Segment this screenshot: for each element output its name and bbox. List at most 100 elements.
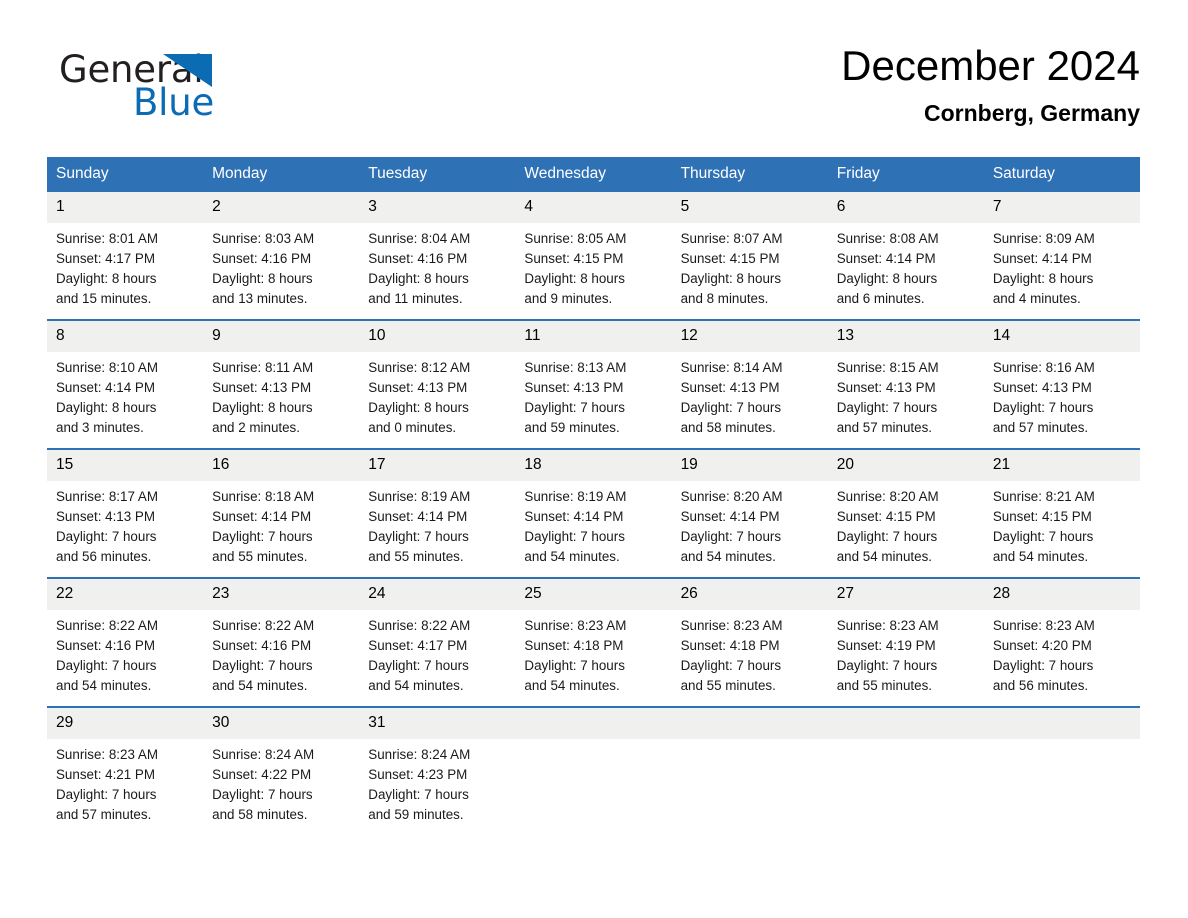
day-number: 25: [515, 579, 672, 610]
sunset-text: Sunset: 4:13 PM: [212, 380, 312, 395]
day-details: Sunrise: 8:19 AM Sunset: 4:14 PM Daylight:…: [515, 481, 671, 577]
sunset-text: Sunset: 4:16 PM: [368, 251, 468, 266]
day-cell[interactable]: 17 Sunrise: 8:19 AM Sunset: 4:14 PM Dayligh…: [359, 448, 516, 578]
daylight-text-line1: Daylight: 7 hours: [836, 400, 938, 415]
day-cell[interactable]: 3 Sunrise: 8:04 AM Sunset: 4:16 PM Daylight…: [359, 192, 516, 320]
day-cell[interactable]: 1 Sunrise: 8:01 AM Sunset: 4:17 PM Daylight…: [47, 192, 204, 320]
day-details: Sunrise: 8:18 AM Sunset: 4:14 PM Daylight:…: [203, 481, 359, 577]
daylight-text-line2: and 54 minutes.: [212, 678, 308, 693]
day-number: 9: [203, 321, 360, 352]
day-number: 21: [983, 450, 1140, 481]
daylight-text-line2: and 58 minutes.: [212, 807, 308, 822]
daylight-text-line1: Daylight: 7 hours: [212, 658, 313, 673]
day-number: 29: [47, 708, 204, 739]
day-cell[interactable]: 5 Sunrise: 8:07 AM Sunset: 4:15 PM Daylight…: [671, 192, 828, 320]
day-cell[interactable]: 27 Sunrise: 8:23 AM Sunset: 4:19 PM Dayligh…: [827, 577, 984, 707]
sunset-text: Sunset: 4:23 PM: [368, 767, 468, 782]
day-details: [828, 739, 984, 755]
day-cell[interactable]: 14 Sunrise: 8:16 AM Sunset: 4:13 PM Dayligh…: [983, 319, 1140, 449]
sunset-text: Sunset: 4:14 PM: [680, 509, 780, 524]
sunset-text: Sunset: 4:17 PM: [56, 251, 155, 266]
daylight-text-line2: and 0 minutes.: [368, 420, 457, 435]
day-details: Sunrise: 8:15 AM Sunset: 4:13 PM Daylight:…: [828, 352, 984, 448]
daylight-text-line2: and 9 minutes.: [524, 291, 613, 306]
sunset-text: Sunset: 4:15 PM: [836, 509, 936, 524]
day-number: 15: [47, 450, 204, 481]
weekday-header-tuesday: Tuesday: [359, 157, 516, 192]
generalblue-logo[interactable]: General Blue: [59, 48, 319, 128]
week-row: 29 Sunrise: 8:23 AM Sunset: 4:21 PM Dayligh…: [47, 706, 1140, 835]
daylight-text-line1: Daylight: 8 hours: [836, 271, 938, 286]
day-cell[interactable]: 31 Sunrise: 8:24 AM Sunset: 4:23 PM Dayligh…: [359, 706, 516, 835]
sunrise-text: Sunrise: 8:20 AM: [836, 489, 939, 504]
day-cell[interactable]: 13 Sunrise: 8:15 AM Sunset: 4:13 PM Dayligh…: [827, 319, 984, 449]
sunset-text: Sunset: 4:16 PM: [212, 638, 312, 653]
day-details: Sunrise: 8:17 AM Sunset: 4:13 PM Daylight:…: [47, 481, 203, 577]
day-number: 7: [983, 192, 1140, 223]
day-cell[interactable]: 11 Sunrise: 8:13 AM Sunset: 4:13 PM Dayligh…: [515, 319, 672, 449]
daylight-text-line2: and 54 minutes.: [680, 549, 776, 564]
day-cell[interactable]: 9 Sunrise: 8:11 AM Sunset: 4:13 PM Daylight…: [203, 319, 360, 449]
sunset-text: Sunset: 4:21 PM: [56, 767, 155, 782]
sunset-text: Sunset: 4:14 PM: [992, 251, 1092, 266]
daylight-text-line1: Daylight: 8 hours: [212, 400, 313, 415]
sunset-text: Sunset: 4:14 PM: [368, 509, 468, 524]
sunrise-text: Sunrise: 8:22 AM: [56, 618, 158, 633]
day-cell[interactable]: 22 Sunrise: 8:22 AM Sunset: 4:16 PM Dayligh…: [47, 577, 204, 707]
calendar-table: Sunday Monday Tuesday Wednesday Thursday…: [47, 157, 1140, 835]
day-details: Sunrise: 8:20 AM Sunset: 4:15 PM Daylight:…: [828, 481, 984, 577]
day-cell[interactable]: 16 Sunrise: 8:18 AM Sunset: 4:14 PM Dayligh…: [203, 448, 360, 578]
daylight-text-line2: and 54 minutes.: [992, 549, 1089, 564]
day-cell[interactable]: 4 Sunrise: 8:05 AM Sunset: 4:15 PM Daylight…: [515, 192, 672, 320]
sunset-text: Sunset: 4:13 PM: [680, 380, 780, 395]
daylight-text-line2: and 11 minutes.: [368, 291, 463, 306]
day-cell[interactable]: 8 Sunrise: 8:10 AM Sunset: 4:14 PM Daylight…: [47, 319, 204, 449]
day-cell[interactable]: 24 Sunrise: 8:22 AM Sunset: 4:17 PM Dayligh…: [359, 577, 516, 707]
day-details: Sunrise: 8:14 AM Sunset: 4:13 PM Daylight:…: [672, 352, 828, 448]
day-number: 20: [827, 450, 984, 481]
daylight-text-line1: Daylight: 7 hours: [212, 787, 313, 802]
day-number: [827, 708, 984, 739]
day-cell[interactable]: 6 Sunrise: 8:08 AM Sunset: 4:14 PM Daylight…: [827, 192, 984, 320]
day-details: Sunrise: 8:16 AM Sunset: 4:13 PM Daylight:…: [984, 352, 1140, 448]
day-cell[interactable]: 30 Sunrise: 8:24 AM Sunset: 4:22 PM Dayligh…: [203, 706, 360, 835]
day-cell[interactable]: 10 Sunrise: 8:12 AM Sunset: 4:13 PM Dayligh…: [359, 319, 516, 449]
calendar-page: General Blue December 2024 Cornberg, Ger…: [0, 0, 1188, 918]
weekday-header-thursday: Thursday: [671, 157, 828, 192]
day-cell[interactable]: 25 Sunrise: 8:23 AM Sunset: 4:18 PM Dayligh…: [515, 577, 672, 707]
daylight-text-line1: Daylight: 7 hours: [680, 400, 782, 415]
daylight-text-line2: and 2 minutes.: [212, 420, 300, 435]
day-number: 14: [983, 321, 1140, 352]
daylight-text-line2: and 56 minutes.: [56, 549, 152, 564]
daylight-text-line2: and 57 minutes.: [992, 420, 1089, 435]
day-cell[interactable]: 15 Sunrise: 8:17 AM Sunset: 4:13 PM Dayligh…: [47, 448, 204, 578]
day-cell[interactable]: 12 Sunrise: 8:14 AM Sunset: 4:13 PM Dayligh…: [671, 319, 828, 449]
day-cell[interactable]: 18 Sunrise: 8:19 AM Sunset: 4:14 PM Dayligh…: [515, 448, 672, 578]
day-details: Sunrise: 8:23 AM Sunset: 4:21 PM Daylight:…: [47, 739, 203, 835]
day-cell[interactable]: 29 Sunrise: 8:23 AM Sunset: 4:21 PM Dayligh…: [47, 706, 204, 835]
daylight-text-line1: Daylight: 7 hours: [992, 658, 1094, 673]
sunrise-text: Sunrise: 8:12 AM: [368, 360, 471, 375]
day-cell[interactable]: 28 Sunrise: 8:23 AM Sunset: 4:20 PM Dayligh…: [983, 577, 1140, 707]
day-details: Sunrise: 8:04 AM Sunset: 4:16 PM Daylight:…: [359, 223, 515, 319]
day-cell[interactable]: 20 Sunrise: 8:20 AM Sunset: 4:15 PM Dayligh…: [827, 448, 984, 578]
daylight-text-line1: Daylight: 8 hours: [212, 271, 313, 286]
day-cell[interactable]: 19 Sunrise: 8:20 AM Sunset: 4:14 PM Dayligh…: [671, 448, 828, 578]
day-details: Sunrise: 8:01 AM Sunset: 4:17 PM Daylight:…: [47, 223, 203, 319]
day-cell[interactable]: 21 Sunrise: 8:21 AM Sunset: 4:15 PM Dayligh…: [983, 448, 1140, 578]
daylight-text-line1: Daylight: 8 hours: [368, 271, 469, 286]
sunset-text: Sunset: 4:14 PM: [524, 509, 624, 524]
daylight-text-line1: Daylight: 7 hours: [836, 529, 938, 544]
day-number: [515, 708, 672, 739]
weekday-header-wednesday: Wednesday: [515, 157, 672, 192]
daylight-text-line2: and 13 minutes.: [212, 291, 308, 306]
daylight-text-line1: Daylight: 8 hours: [680, 271, 782, 286]
week-row: 8 Sunrise: 8:10 AM Sunset: 4:14 PM Daylight…: [47, 319, 1140, 449]
daylight-text-line2: and 54 minutes.: [836, 549, 932, 564]
day-cell[interactable]: 7 Sunrise: 8:09 AM Sunset: 4:14 PM Daylight…: [983, 192, 1140, 320]
day-cell[interactable]: 26 Sunrise: 8:23 AM Sunset: 4:18 PM Dayligh…: [671, 577, 828, 707]
day-number: 8: [47, 321, 204, 352]
day-cell[interactable]: 23 Sunrise: 8:22 AM Sunset: 4:16 PM Dayligh…: [203, 577, 360, 707]
daylight-text-line2: and 58 minutes.: [680, 420, 776, 435]
day-cell[interactable]: 2 Sunrise: 8:03 AM Sunset: 4:16 PM Daylight…: [203, 192, 360, 320]
